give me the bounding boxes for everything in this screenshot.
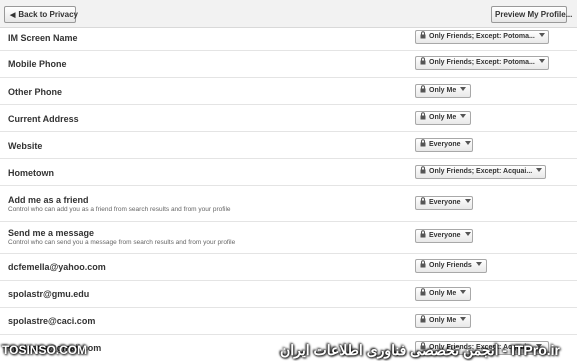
- privacy-dropdown[interactable]: Only Friends; Except: Acquai...: [415, 165, 546, 179]
- chevron-down-icon: [460, 317, 467, 321]
- lock-icon: [420, 85, 426, 93]
- setting-row-add-friend: Add me as a friend Control who can add y…: [0, 186, 577, 222]
- privacy-dropdown[interactable]: Everyone: [415, 196, 473, 210]
- privacy-value: Everyone: [429, 232, 461, 239]
- lock-icon: [420, 230, 426, 238]
- privacy-dropdown[interactable]: Everyone: [415, 229, 473, 243]
- setting-row-im-screen-name: IM Screen Name Only Friends; Except: Pot…: [0, 28, 577, 51]
- row-label: spolastre@caci.com: [8, 316, 96, 326]
- row-label: Other Phone: [8, 87, 63, 97]
- privacy-dropdown[interactable]: Only Me: [415, 287, 471, 301]
- lock-icon: [420, 139, 426, 147]
- row-label: Send me a message: [8, 228, 95, 238]
- privacy-dropdown[interactable]: Everyone: [415, 138, 473, 152]
- privacy-value: Everyone: [429, 199, 461, 206]
- row-label: Hometown: [8, 168, 54, 178]
- lock-icon: [420, 197, 426, 205]
- setting-row-email-caci: spolastre@caci.com Only Me: [0, 308, 577, 335]
- chevron-down-icon: [536, 168, 543, 172]
- back-button-label: Back to Privacy: [18, 10, 78, 19]
- privacy-dropdown[interactable]: Only Friends; Except: Potoma...: [415, 56, 549, 70]
- lock-icon: [420, 57, 426, 65]
- privacy-dropdown[interactable]: Only Friends; Except: Potoma...: [415, 30, 549, 44]
- chevron-down-icon: [460, 114, 467, 118]
- lock-icon: [420, 260, 426, 268]
- privacy-value: Only Me: [429, 87, 457, 94]
- preview-button-label: Preview My Profile...: [495, 10, 573, 19]
- setting-row-send-message: Send me a message Control who can send y…: [0, 222, 577, 254]
- row-label: Current Address: [8, 114, 79, 124]
- privacy-value: Only Me: [429, 290, 457, 297]
- privacy-dropdown[interactable]: Only Me: [415, 84, 471, 98]
- row-label: IM Screen Name: [8, 33, 78, 43]
- setting-row-hometown: Hometown Only Friends; Except: Acquai...: [0, 159, 577, 186]
- row-label: Mobile Phone: [8, 59, 67, 69]
- lock-icon: [420, 31, 426, 39]
- privacy-value: Only Friends; Except: Potoma...: [429, 59, 535, 66]
- setting-row-current-address: Current Address Only Me: [0, 105, 577, 132]
- setting-row-email-gmu: spolastr@gmu.edu Only Me: [0, 281, 577, 308]
- privacy-value: Everyone: [429, 141, 461, 148]
- chevron-down-icon: [538, 59, 545, 63]
- privacy-value: Only Friends: [429, 262, 472, 269]
- watermark: TOSINSO.COM ITPro.ir - انجمن تخصصی فناور…: [0, 339, 577, 361]
- setting-row-mobile-phone: Mobile Phone Only Friends; Except: Potom…: [0, 51, 577, 78]
- row-label: dcfemella@yahoo.com: [8, 262, 106, 272]
- lock-icon: [420, 315, 426, 323]
- row-description: Control who can send you a message from …: [8, 239, 236, 246]
- chevron-down-icon: [475, 262, 482, 266]
- privacy-value: Only Me: [429, 317, 457, 324]
- setting-row-email-yahoo: dcfemella@yahoo.com Only Friends: [0, 254, 577, 281]
- row-label: Add me as a friend: [8, 195, 89, 205]
- chevron-down-icon: [464, 232, 471, 236]
- privacy-dropdown[interactable]: Only Friends: [415, 259, 487, 273]
- lock-icon: [420, 112, 426, 120]
- lock-icon: [420, 288, 426, 296]
- row-label: spolastr@gmu.edu: [8, 289, 90, 299]
- toolbar: ◀ Back to Privacy Preview My Profile...: [0, 0, 577, 28]
- chevron-down-icon: [464, 141, 471, 145]
- back-arrow-icon: ◀: [10, 12, 16, 19]
- privacy-dropdown[interactable]: Only Me: [415, 314, 471, 328]
- chevron-down-icon: [538, 33, 545, 37]
- privacy-value: Only Me: [429, 114, 457, 121]
- privacy-dropdown[interactable]: Only Me: [415, 111, 471, 125]
- chevron-down-icon: [460, 87, 467, 91]
- setting-row-website: Website Everyone: [0, 132, 577, 159]
- lock-icon: [420, 166, 426, 174]
- watermark-left: TOSINSO.COM: [2, 343, 88, 357]
- preview-profile-button[interactable]: Preview My Profile...: [491, 6, 572, 23]
- watermark-right: ITPro.ir - انجمن تخصصی فناوری اطلاعات ای…: [279, 342, 560, 358]
- row-label: Website: [8, 141, 43, 151]
- back-to-privacy-button[interactable]: ◀ Back to Privacy: [4, 6, 78, 23]
- row-description: Control who can add you as a friend from…: [8, 206, 231, 213]
- chevron-down-icon: [464, 199, 471, 203]
- privacy-value: Only Friends; Except: Acquai...: [429, 168, 533, 175]
- privacy-value: Only Friends; Except: Potoma...: [429, 33, 535, 40]
- chevron-down-icon: [460, 290, 467, 294]
- setting-row-other-phone: Other Phone Only Me: [0, 78, 577, 105]
